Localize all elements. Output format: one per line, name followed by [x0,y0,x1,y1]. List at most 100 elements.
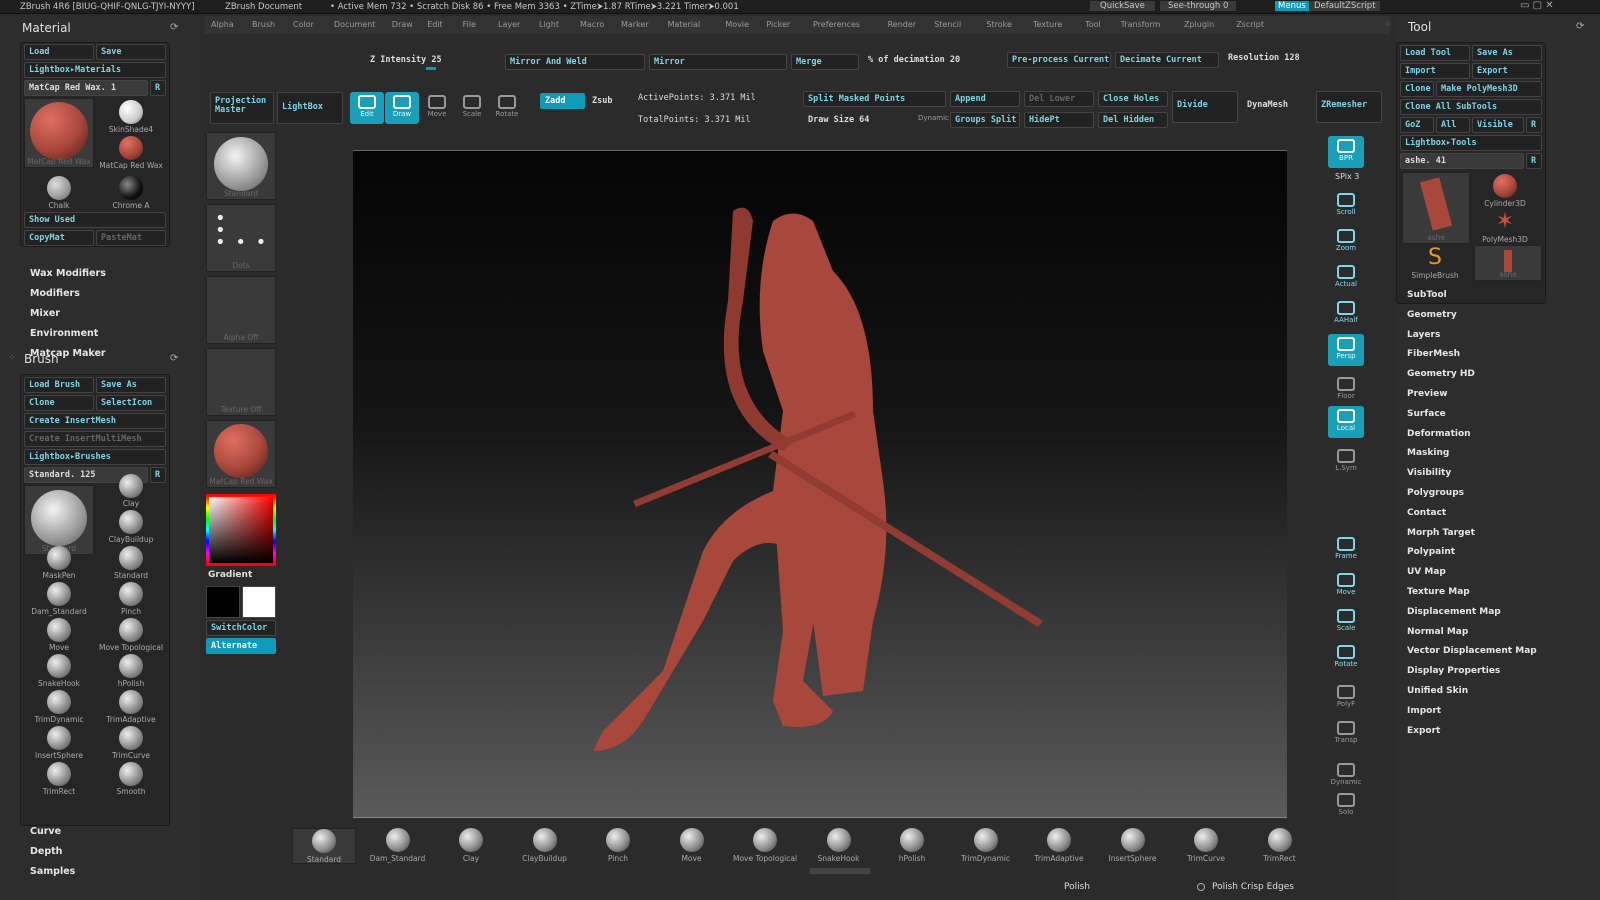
shelf-brush[interactable]: Move [660,828,724,863]
brush-item[interactable]: Smooth [96,762,166,796]
move-handle-icon[interactable]: ⁘ [1384,20,1392,30]
menu-marker[interactable]: Marker [621,20,649,29]
brush-item[interactable]: Standard [96,546,166,580]
brush-item[interactable]: Clay [96,474,166,508]
menu-picker[interactable]: Picker [766,20,790,29]
brush-item[interactable]: TrimAdaptive [96,690,166,724]
brush-item[interactable]: ClayBuildup [96,510,166,544]
menu-light[interactable]: Light [539,20,559,29]
brush-item[interactable]: Pinch [96,582,166,616]
tool-save-as-button[interactable]: Save As [1472,45,1542,61]
hidept-button[interactable]: HidePt [1024,112,1094,128]
menu-document[interactable]: Document [334,20,375,29]
material-save-button[interactable]: Save [96,44,166,60]
append-button[interactable]: Append [950,91,1020,107]
seethrough-slider[interactable]: See-through 0 [1160,1,1237,11]
shelf-brush[interactable]: TrimDynamic [954,828,1018,863]
resolution-slider[interactable]: Resolution 128 [1223,50,1363,66]
document-canvas[interactable] [353,150,1287,818]
alternate-button[interactable]: Alternate [206,638,276,654]
brush-item[interactable]: Move Topological [96,618,166,652]
tool-subpalette[interactable]: Polygroups [1407,488,1464,498]
brush-subpalette[interactable]: Curve [30,826,61,837]
menu-edit[interactable]: Edit [427,20,443,29]
refresh-icon[interactable]: ⟳ [170,22,178,33]
scale-button[interactable]: Scale [1328,606,1364,638]
mirror-button[interactable]: Mirror [649,54,787,70]
dynamic-toggle[interactable]: Dynamic [918,114,949,122]
brush-item[interactable]: MaskPen [24,546,94,580]
lightbox-materials-button[interactable]: Lightbox▸Materials [24,62,166,78]
visible-button[interactable]: Visible [1472,117,1524,133]
merge-button[interactable]: Merge [791,54,859,70]
dynamesh-button[interactable]: DynaMesh [1242,91,1312,123]
draw-mode-button[interactable]: Draw [385,92,419,124]
tool-slider[interactable]: ashe. 41 [1400,153,1524,169]
z-intensity-slider[interactable]: Z Intensity 25 [365,52,500,68]
tool-subpalette[interactable]: Export [1407,726,1440,736]
load-tool-button[interactable]: Load Tool [1400,45,1470,61]
make-polymesh3d-button[interactable]: Make PolyMesh3D [1436,81,1542,97]
tool-item-cylinder3d[interactable]: Cylinder3D [1474,174,1536,208]
menu-file[interactable]: File [463,20,476,29]
menu-transform[interactable]: Transform [1121,20,1161,29]
current-material-thumb[interactable]: MatCap Red Wax [24,98,94,168]
tool-r-button[interactable]: R [1526,117,1542,133]
z-intensity-slider-knob[interactable] [426,67,436,70]
actual-button[interactable]: Actual [1328,262,1364,294]
texture-selector[interactable]: Texture Off [206,348,276,416]
tool-item-ashe[interactable]: ashe [1474,245,1542,281]
persp-button[interactable]: Persp [1328,334,1364,366]
lightbox-tools-button[interactable]: Lightbox▸Tools [1400,135,1542,151]
brush-item[interactable]: hPolish [96,654,166,688]
brush-item[interactable]: SnakeHook [24,654,94,688]
menus-button[interactable]: Menus [1275,1,1309,11]
dynamic-button[interactable]: Dynamic [1328,760,1364,792]
divide-button[interactable]: Divide [1172,91,1238,123]
shelf-brush[interactable]: hPolish [880,828,944,863]
brush-refresh-icon[interactable]: ⟳ [170,353,178,364]
lightbox-button[interactable]: LightBox [277,92,343,124]
alpha-selector[interactable]: Alpha Off [206,276,276,344]
menu-material[interactable]: Material [668,20,701,29]
tool-slider-r-button[interactable]: R [1526,153,1542,169]
brush-subpalette[interactable]: Depth [30,846,62,857]
copymat-button[interactable]: CopyMat [24,230,94,246]
show-used-button[interactable]: Show Used [24,212,166,228]
floor-button[interactable]: Floor [1328,374,1364,406]
main-color-swatch[interactable] [242,586,276,618]
brush-subpalette[interactable]: Samples [30,866,75,877]
material-title[interactable]: Material [22,21,71,35]
tool-subpalette[interactable]: Displacement Map [1407,607,1501,617]
material-selector[interactable]: MatCap Red Wax [206,420,276,488]
mirror-and-weld-button[interactable]: Mirror And Weld [505,54,645,70]
brush-title[interactable]: Brush [24,352,59,366]
menu-texture[interactable]: Texture [1033,20,1062,29]
zoom-button[interactable]: Zoom [1328,226,1364,258]
tool-subpalette[interactable]: Surface [1407,409,1446,419]
zsub-button[interactable]: Zsub [587,93,627,109]
tool-subpalette[interactable]: UV Map [1407,567,1446,577]
brush-clone-button[interactable]: Clone [24,395,94,411]
decimate-current-button[interactable]: Decimate Current [1115,52,1219,68]
projection-master-button[interactable]: Projection Master [210,92,274,124]
shelf-brush[interactable]: SnakeHook [807,828,871,863]
brush-save-as-button[interactable]: Save As [96,377,166,393]
brush-item[interactable]: TrimRect [24,762,94,796]
shelf-brush[interactable]: Dam_Standard [366,828,430,863]
menu-brush[interactable]: Brush [252,20,275,29]
current-tool-thumb[interactable]: ashe [1402,172,1470,244]
tool-subpalette[interactable]: SubTool [1407,290,1447,300]
tool-subpalette[interactable]: Import [1407,706,1441,716]
menu-render[interactable]: Render [888,20,916,29]
gradient-label[interactable]: Gradient [208,570,252,580]
polish-slider[interactable]: Polish [1064,882,1090,892]
material-r-button[interactable]: R [150,80,166,96]
rotate-mode-button[interactable]: Rotate [490,92,524,124]
all-button[interactable]: All [1436,117,1470,133]
menu-alpha[interactable]: Alpha [211,20,234,29]
split-masked-points-button[interactable]: Split Masked Points [803,91,946,107]
tool-subpalette[interactable]: Geometry [1407,310,1457,320]
tool-subpalette[interactable]: Masking [1407,448,1449,458]
lightbox-brushes-button[interactable]: Lightbox▸Brushes [24,449,166,465]
